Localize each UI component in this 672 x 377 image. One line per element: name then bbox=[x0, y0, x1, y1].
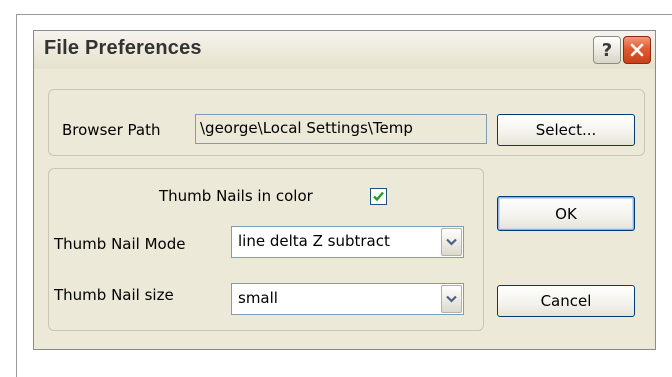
select-button[interactable]: Select... bbox=[497, 114, 635, 146]
thumbnail-mode-label: Thumb Nail Mode bbox=[54, 235, 186, 253]
thumbnail-mode-value: line delta Z subtract bbox=[238, 232, 390, 250]
file-preferences-dialog: File Preferences ? Browser Path \george\… bbox=[33, 30, 656, 350]
help-button[interactable]: ? bbox=[593, 36, 621, 64]
checkmark-icon bbox=[373, 191, 384, 202]
title-bar[interactable]: File Preferences ? bbox=[34, 31, 655, 69]
thumbnails-color-checkbox[interactable] bbox=[370, 188, 387, 205]
thumbnail-size-value: small bbox=[238, 289, 278, 307]
chevron-down-icon bbox=[446, 238, 457, 246]
dialog-title: File Preferences bbox=[44, 37, 202, 59]
question-icon: ? bbox=[601, 39, 613, 61]
thumbnails-color-label: Thumb Nails in color bbox=[159, 187, 313, 205]
thumbnail-size-label: Thumb Nail size bbox=[54, 286, 174, 304]
cancel-button[interactable]: Cancel bbox=[497, 285, 635, 317]
thumbnail-mode-select[interactable]: line delta Z subtract bbox=[231, 226, 464, 258]
thumbnail-size-dropdown-button[interactable] bbox=[441, 285, 462, 313]
thumbnail-mode-dropdown-button[interactable] bbox=[441, 228, 462, 256]
thumbnail-size-select[interactable]: small bbox=[231, 283, 464, 315]
ok-button[interactable]: OK bbox=[497, 196, 635, 231]
close-button[interactable] bbox=[623, 36, 651, 64]
browser-path-label: Browser Path bbox=[62, 121, 161, 139]
close-x-icon bbox=[630, 43, 644, 57]
chevron-down-icon bbox=[446, 295, 457, 303]
browser-path-field[interactable]: \george\Local Settings\Temp bbox=[195, 114, 487, 144]
